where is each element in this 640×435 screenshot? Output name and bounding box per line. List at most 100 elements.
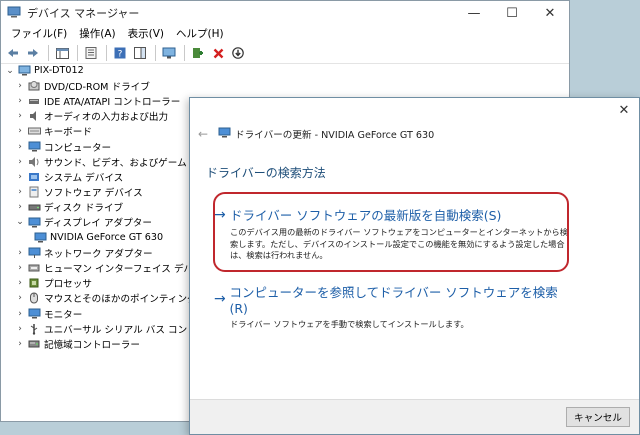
back-button[interactable] (4, 44, 22, 62)
forward-arrow-icon (28, 49, 38, 57)
expand-arrow-icon[interactable]: › (15, 278, 25, 288)
expand-arrow-icon[interactable]: › (15, 142, 25, 152)
network-adapter-icon (27, 247, 41, 259)
toolbar-separator (155, 45, 156, 61)
action-pane-button[interactable] (131, 44, 149, 62)
show-hide-console-tree-button[interactable] (53, 44, 71, 62)
expand-arrow-icon[interactable]: › (15, 309, 25, 319)
sound-icon (27, 156, 41, 168)
tree-item-label: モニター (44, 309, 83, 321)
expand-arrow-icon[interactable]: › (15, 339, 25, 349)
expand-arrow-icon[interactable]: › (15, 248, 25, 258)
expand-arrow-icon[interactable]: › (15, 81, 25, 91)
tree-item-label: DVD/CD-ROM ドライブ (44, 81, 150, 93)
display-adapter-icon (33, 232, 47, 244)
menu-file[interactable]: ファイル(F) (5, 25, 73, 43)
expand-arrow-icon[interactable]: › (15, 111, 25, 121)
red-x-icon (213, 48, 223, 58)
software-device-icon (27, 186, 41, 198)
system-device-icon (27, 171, 41, 183)
tree-item-label: ヒューマン インターフェイス デバイス (44, 264, 213, 276)
toolbar-separator (106, 45, 107, 61)
arrow-right-icon: → (214, 291, 226, 307)
minimize-button[interactable]: — (455, 1, 493, 25)
menu-help[interactable]: ヘルプ(H) (170, 25, 230, 43)
expand-arrow-icon[interactable]: › (15, 96, 25, 106)
menu-view[interactable]: 表示(V) (122, 25, 170, 43)
speaker-icon (27, 110, 41, 122)
toolbar-separator (184, 45, 185, 61)
tree-item-label: ネットワーク アダプター (44, 248, 153, 260)
browse-computer-title[interactable]: コンピューターを参照してドライバー ソフトウェアを検索(R) (229, 282, 564, 316)
down-arrow-circle-icon (232, 47, 244, 59)
tree-item-label: PIX-DT012 (34, 65, 84, 77)
close-window-button[interactable]: ✕ (531, 1, 569, 25)
tree-item-label: コンピューター (44, 142, 112, 154)
help-button[interactable]: ? (111, 44, 129, 62)
toolbar: ? (1, 43, 569, 64)
keyboard-icon (27, 125, 41, 137)
dialog-close-button[interactable]: ✕ (617, 104, 631, 118)
expand-arrow-icon[interactable]: › (15, 126, 25, 136)
toolbar-separator (77, 45, 78, 61)
dialog-heading: ドライバーの検索方法 (206, 166, 326, 180)
disk-drive-icon (27, 201, 41, 213)
tree-item-label: 記憶域コントローラー (44, 339, 140, 351)
properties-button[interactable] (82, 44, 100, 62)
scan-hardware-button[interactable] (160, 44, 178, 62)
cancel-button[interactable]: キャンセル (566, 407, 630, 427)
tree-item-label: ディスプレイ アダプター (44, 218, 152, 230)
expand-arrow-icon[interactable]: › (15, 187, 25, 197)
tree-item-label: オーディオの入力および出力 (44, 112, 169, 124)
scan-monitor-icon (162, 47, 176, 59)
hid-icon (27, 262, 41, 274)
collapse-arrow-icon[interactable]: ⌄ (5, 66, 15, 76)
usb-icon (27, 323, 41, 335)
menu-action[interactable]: 操作(A) (73, 25, 121, 43)
tree-item-root[interactable]: ⌄ PIX-DT012 (1, 63, 569, 78)
display-adapter-icon (27, 216, 41, 228)
tree-item-label: プロセッサ (44, 279, 92, 291)
action-pane-icon (134, 47, 146, 59)
disable-device-button[interactable] (229, 44, 247, 62)
uninstall-device-button[interactable] (209, 44, 227, 62)
dialog-header: ← ドライバーの更新 - NVIDIA GeForce GT 630 (198, 127, 434, 141)
ide-controller-icon (27, 95, 41, 107)
console-tree-icon (55, 47, 69, 59)
processor-icon (27, 277, 41, 289)
monitor-icon (27, 308, 41, 320)
window-title: デバイス マネージャー (27, 7, 140, 20)
tree-item-label: システム デバイス (44, 172, 124, 184)
expand-arrow-icon[interactable]: › (15, 157, 25, 167)
tree-item-label: キーボード (44, 127, 92, 139)
tree-item-label: NVIDIA GeForce GT 630 (50, 232, 164, 244)
forward-button[interactable] (24, 44, 42, 62)
tree-item-label: ディスク ドライブ (44, 203, 124, 215)
menu-bar: ファイル(F) 操作(A) 表示(V) ヘルプ(H) (1, 25, 569, 43)
update-driver-icon (193, 48, 203, 58)
highlight-annotation-ring (213, 192, 569, 272)
mouse-icon (27, 292, 41, 304)
expand-arrow-icon[interactable]: › (15, 293, 25, 303)
maximize-button[interactable]: ☐ (493, 1, 531, 25)
expand-arrow-icon[interactable]: › (15, 263, 25, 273)
tree-item-dvd[interactable]: › DVD/CD-ROM ドライブ (1, 78, 569, 93)
browse-computer-option[interactable]: → コンピューターを参照してドライバー ソフトウェアを検索(R) ドライバー ソ… (214, 282, 564, 331)
tree-item-label: IDE ATA/ATAPI コントローラー (44, 96, 181, 108)
title-bar[interactable]: デバイス マネージャー — ☐ ✕ (1, 1, 569, 25)
svg-text:?: ? (118, 50, 123, 60)
back-arrow-icon (8, 49, 18, 57)
dialog-back-button[interactable]: ← (198, 127, 214, 141)
dialog-header-title: ドライバーの更新 - NVIDIA GeForce GT 630 (235, 130, 435, 141)
display-adapter-icon (218, 127, 231, 141)
storage-controller-icon (27, 338, 41, 350)
expand-arrow-icon[interactable]: › (15, 202, 25, 212)
dialog-footer: キャンセル (190, 399, 639, 434)
device-manager-app-icon (7, 6, 21, 21)
expand-arrow-icon[interactable]: › (15, 172, 25, 182)
update-driver-button[interactable] (189, 44, 207, 62)
expand-arrow-icon[interactable]: › (15, 324, 25, 334)
tree-item-label: ソフトウェア デバイス (44, 188, 143, 200)
collapse-arrow-icon[interactable]: ⌄ (15, 217, 25, 227)
help-icon: ? (114, 47, 126, 59)
